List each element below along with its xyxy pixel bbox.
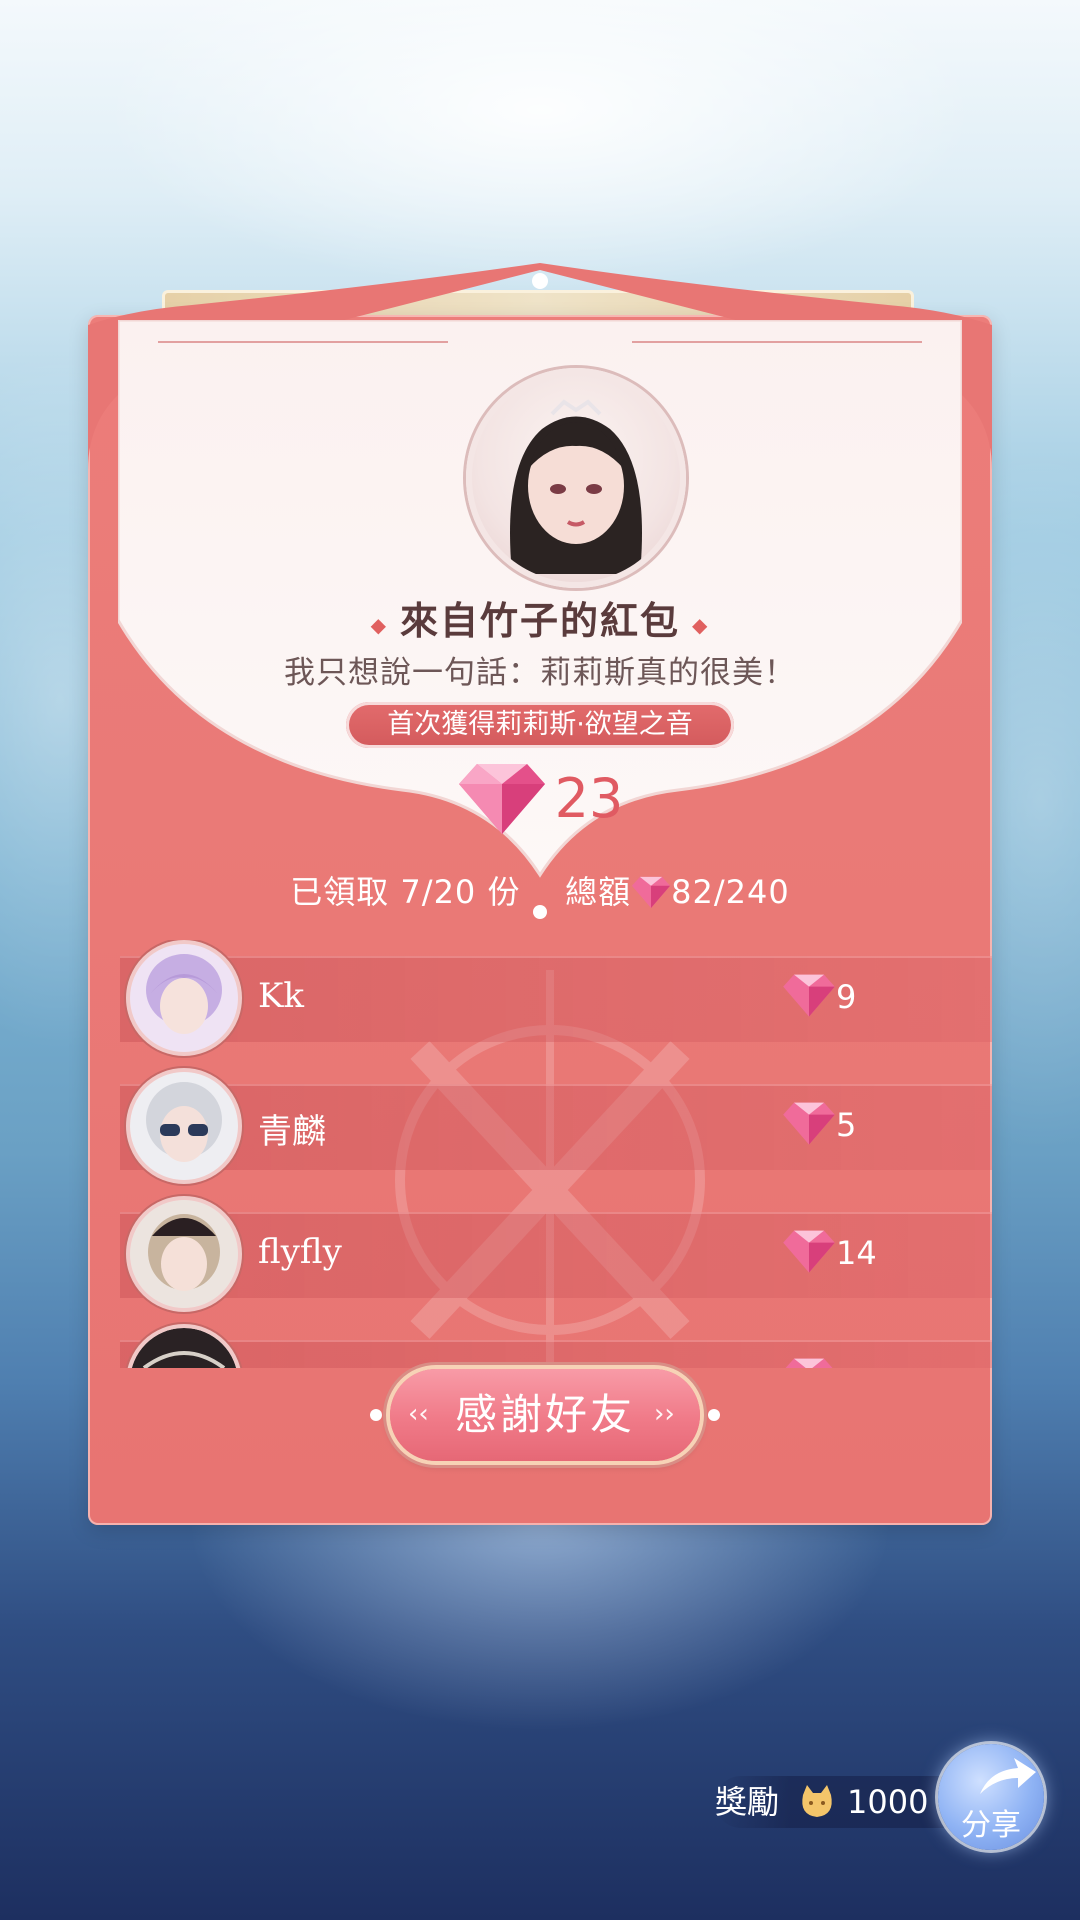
ornament-dot-icon bbox=[370, 1409, 382, 1421]
ornament-dot-icon bbox=[708, 1409, 720, 1421]
claimed-value: 7/20 bbox=[400, 873, 477, 911]
reward-display: 獎勵 1000 bbox=[715, 1776, 969, 1828]
envelope-title: ◆ 來自竹子的紅包 ◆ bbox=[118, 590, 962, 645]
list-item[interactable] bbox=[120, 1324, 992, 1368]
reward-value: 1000 bbox=[847, 1783, 929, 1821]
total-value: 82/240 bbox=[671, 873, 790, 911]
diamond-ornament-icon: ◆ bbox=[370, 612, 388, 637]
claimed-label: 已領取 bbox=[290, 873, 390, 911]
recipient-amount: 5 bbox=[836, 1106, 857, 1144]
diamond-icon bbox=[782, 1100, 836, 1146]
received-amount-value: 23 bbox=[554, 766, 624, 830]
recipient-name: flyfly bbox=[258, 1232, 342, 1272]
recipient-list[interactable]: Kk 9 青麟 5 flyfly 14 bbox=[120, 940, 992, 1368]
letter-card: ◆ 來自竹子的紅包 ◆ 我只想說一句話：莉莉斯真的很美！ 首次獲得莉莉斯·欲望之音 … bbox=[118, 320, 962, 919]
avatar bbox=[126, 940, 242, 1056]
diamond-icon bbox=[782, 972, 836, 1018]
share-button[interactable]: 分享 bbox=[938, 1744, 1044, 1850]
chevron-left-icon: ‹‹ bbox=[408, 1399, 429, 1429]
diamond-icon bbox=[782, 1228, 836, 1274]
diamond-icon bbox=[631, 875, 671, 909]
list-item[interactable]: Kk 9 bbox=[120, 940, 992, 1056]
diamond-ornament-icon: ◆ bbox=[692, 612, 710, 637]
envelope-title-text: 來自竹子的紅包 bbox=[399, 598, 680, 643]
achievement-badge: 首次獲得莉莉斯·欲望之音 bbox=[346, 702, 734, 748]
thanks-button-wrap: 感謝好友 ‹‹ ›› bbox=[370, 1365, 720, 1465]
sender-avatar bbox=[466, 368, 686, 588]
avatar bbox=[126, 1068, 242, 1184]
share-label: 分享 bbox=[961, 1808, 1021, 1843]
avatar bbox=[126, 1324, 242, 1368]
diamond-icon bbox=[782, 1356, 836, 1368]
recipient-name: 青麟 bbox=[258, 1112, 326, 1152]
list-item[interactable]: flyfly 14 bbox=[120, 1196, 992, 1312]
received-amount: 23 bbox=[118, 760, 962, 840]
claimed-unit: 份 bbox=[487, 873, 521, 911]
recipient-name: Kk bbox=[258, 976, 305, 1016]
chevron-right-icon: ›› bbox=[654, 1399, 675, 1429]
avatar bbox=[126, 1196, 242, 1312]
cat-coin-icon bbox=[797, 1781, 837, 1821]
red-envelope: ◆ 來自竹子的紅包 ◆ 我只想說一句話：莉莉斯真的很美！ 首次獲得莉莉斯·欲望之音 … bbox=[88, 255, 992, 1525]
envelope-message: 我只想說一句話：莉莉斯真的很美！ bbox=[284, 655, 796, 691]
recipient-amount: 9 bbox=[836, 978, 857, 1016]
recipient-amount: 14 bbox=[836, 1234, 877, 1272]
total-label: 總額 bbox=[565, 873, 632, 911]
list-item[interactable]: 青麟 5 bbox=[120, 1068, 992, 1184]
diamond-icon bbox=[457, 760, 547, 836]
claim-summary: 已領取 7/20 份 總額 82/240 bbox=[88, 867, 992, 913]
reward-label: 獎勵 bbox=[715, 1783, 780, 1821]
